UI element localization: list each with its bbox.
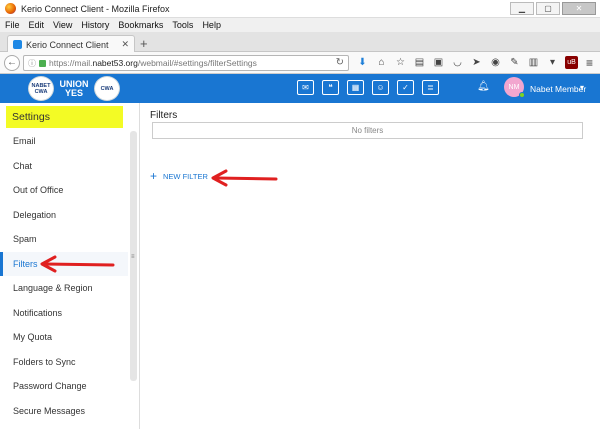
firefox-icon <box>5 3 16 14</box>
kerio-favicon-icon <box>13 40 22 49</box>
bookmark-star-icon[interactable]: ☆ <box>394 56 407 69</box>
menu-view[interactable]: View <box>53 20 72 30</box>
new-filter-button[interactable]: + NEW FILTER <box>150 169 208 183</box>
sidebar-item-language-region[interactable]: Language & Region <box>0 276 128 300</box>
settings-sidebar: Settings Email Chat Out of Office Delega… <box>0 103 140 429</box>
tasks-icon[interactable]: ✓ <box>397 80 414 95</box>
window-controls: ▁ ▢ ✕ <box>510 2 596 15</box>
menu-bar: File Edit View History Bookmarks Tools H… <box>0 18 600 32</box>
sidebar-item-chat[interactable]: Chat <box>0 154 128 178</box>
pocket-icon[interactable]: ◡ <box>451 56 464 69</box>
avatar[interactable]: NM <box>504 77 525 98</box>
url-text: https://mail.nabet53.org/webmail/#settin… <box>49 58 257 68</box>
window-title: Kerio Connect Client - Mozilla Firefox <box>21 3 170 14</box>
sidebar-item-filters[interactable]: Filters <box>0 252 128 276</box>
app-header: NABET CWA UNION YES CWA ✉ ❝ ▦ ☺ ✓ ≣ 🔔︎ N… <box>0 74 600 103</box>
sidebar-item-email[interactable]: Email <box>0 129 128 153</box>
new-filter-label: NEW FILTER <box>163 171 208 181</box>
sidebar-item-folders-to-sync[interactable]: Folders to Sync <box>0 350 128 374</box>
close-window-button[interactable]: ✕ <box>562 2 596 15</box>
browser-tab[interactable]: Kerio Connect Client ✕ <box>7 35 135 53</box>
notes-icon[interactable]: ≣ <box>422 80 439 95</box>
sidebar-item-my-quota[interactable]: My Quota <box>0 325 128 349</box>
chevron-down-icon[interactable]: ▾ <box>546 56 559 69</box>
menu-edit[interactable]: Edit <box>29 20 45 30</box>
sidebar-item-out-of-office[interactable]: Out of Office <box>0 178 128 202</box>
sidebar-item-spam[interactable]: Spam <box>0 227 128 251</box>
logo-group: NABET CWA UNION YES CWA <box>28 76 120 101</box>
download-icon[interactable]: ⬇ <box>356 56 369 69</box>
lock-icon <box>39 59 46 67</box>
menu-file[interactable]: File <box>5 20 20 30</box>
user-name[interactable]: Nabet Member <box>530 84 586 94</box>
send-icon[interactable]: ➤ <box>470 56 483 69</box>
info-icon[interactable]: ⓘ <box>28 58 36 69</box>
notification-bell-icon[interactable]: 🔔︎ <box>477 81 490 92</box>
menu-hamburger-icon[interactable]: ≡ <box>586 56 593 70</box>
sidebar-scrollbar[interactable]: ≡ <box>130 131 137 381</box>
new-tab-icon[interactable]: + <box>140 36 148 51</box>
globe-icon[interactable]: ◉ <box>489 56 502 69</box>
reload-icon[interactable]: ↻ <box>336 57 344 68</box>
user-menu-caret-icon[interactable]: ▾ <box>580 83 584 92</box>
settings-title: Settings <box>6 106 123 128</box>
page-title: Filters <box>150 110 178 121</box>
sidebar-item-password-change[interactable]: Password Change <box>0 374 128 398</box>
union-yes-logo: UNION YES <box>59 78 89 98</box>
lock-addon-icon[interactable]: ▣ <box>432 56 445 69</box>
tab-bar: Kerio Connect Client ✕ + <box>0 32 600 53</box>
menu-tools[interactable]: Tools <box>172 20 193 30</box>
scrollbar-grip-icon[interactable]: ≡ <box>131 254 136 260</box>
tab-close-icon[interactable]: ✕ <box>121 39 129 50</box>
tab-title: Kerio Connect Client <box>26 39 109 50</box>
ublock-icon[interactable]: uB <box>565 56 578 69</box>
minimize-button[interactable]: ▁ <box>510 2 534 15</box>
contacts-icon[interactable]: ☺ <box>372 80 389 95</box>
chat-icon[interactable]: ❝ <box>322 80 339 95</box>
tools-icon[interactable]: ✎ <box>508 56 521 69</box>
browser-toolbar: ⬇ ⌂ ☆ ▤ ▣ ◡ ➤ ◉ ✎ ▥ ▾ uB <box>356 56 578 69</box>
plus-icon: + <box>150 169 158 183</box>
mail-icon[interactable]: ✉ <box>297 80 314 95</box>
sidebar-item-notifications[interactable]: Notifications <box>0 301 128 325</box>
navigation-bar: ← ⓘ https://mail.nabet53.org/webmail/#se… <box>0 52 600 74</box>
url-bar[interactable]: ⓘ https://mail.nabet53.org/webmail/#sett… <box>23 55 349 71</box>
calendar-icon[interactable]: ▦ <box>347 80 364 95</box>
cwa-logo: CWA <box>94 76 120 101</box>
menu-bookmarks[interactable]: Bookmarks <box>118 20 163 30</box>
avatar-initials: NM <box>508 83 520 91</box>
sidebar-item-delegation[interactable]: Delegation <box>0 203 128 227</box>
menu-help[interactable]: Help <box>202 20 221 30</box>
window-titlebar: Kerio Connect Client - Mozilla Firefox ▁… <box>0 0 600 18</box>
nabet-logo: NABET CWA <box>28 76 54 101</box>
clipboard-icon[interactable]: ▤ <box>413 56 426 69</box>
maximize-button[interactable]: ▢ <box>536 2 560 15</box>
app-nav: ✉ ❝ ▦ ☺ ✓ ≣ <box>297 80 439 95</box>
menu-history[interactable]: History <box>81 20 109 30</box>
home-icon[interactable]: ⌂ <box>375 56 388 69</box>
online-status-icon <box>519 92 525 98</box>
addon-icon[interactable]: ▥ <box>527 56 540 69</box>
filters-empty-state: No filters <box>152 122 583 139</box>
arrow-to-new-filter-icon <box>211 169 278 187</box>
back-button[interactable]: ← <box>4 55 20 71</box>
sidebar-item-secure-messages[interactable]: Secure Messages <box>0 399 128 423</box>
